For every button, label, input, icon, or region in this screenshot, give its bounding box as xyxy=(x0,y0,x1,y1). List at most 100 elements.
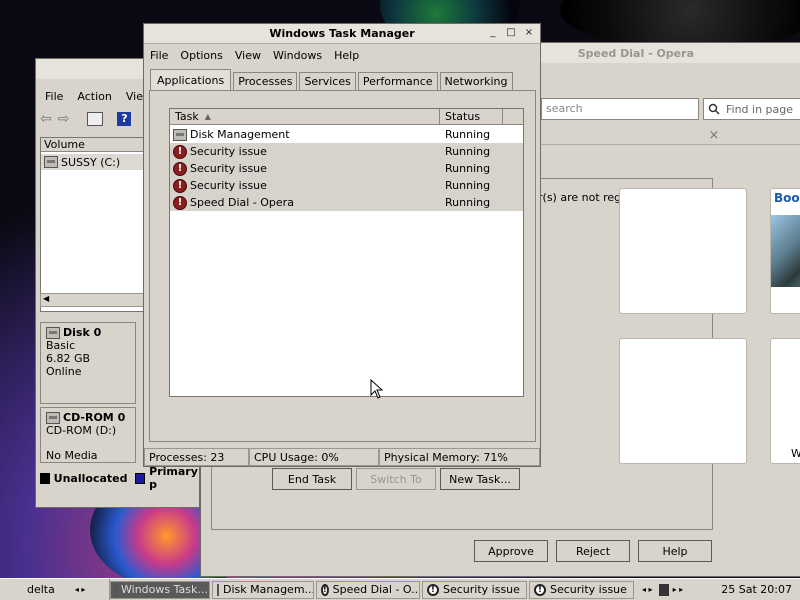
task-manager-icon xyxy=(115,583,117,596)
task-manager-statusbar: Processes: 23 CPU Usage: 0% Physical Mem… xyxy=(144,448,540,466)
disk-drive-icon xyxy=(44,156,58,168)
menu-help[interactable]: Help xyxy=(334,49,359,62)
table-row[interactable]: ! Speed Dial - Opera Running xyxy=(170,194,523,211)
tab-services[interactable]: Services xyxy=(299,72,356,90)
legend-unallocated: Unallocated xyxy=(53,471,128,485)
taskbar-item-label: Security issue xyxy=(443,583,520,596)
task-name: Disk Management xyxy=(190,128,290,141)
menu-windows[interactable]: Windows xyxy=(273,49,322,62)
speed-dial-tile-book[interactable]: Book xyxy=(770,188,800,314)
status-processes: Processes: 23 xyxy=(144,448,249,466)
taskbar-item-disk-management[interactable]: Disk Managem... xyxy=(212,580,314,599)
task-status: Running xyxy=(445,128,491,141)
workspace-switcher[interactable]: delta ◂ ▸ xyxy=(0,579,110,600)
properties-icon[interactable] xyxy=(87,112,104,126)
approve-button[interactable]: Approve xyxy=(474,540,548,562)
tray-app-icon[interactable] xyxy=(658,583,669,596)
taskbar-item-opera[interactable]: ! Speed Dial - O... xyxy=(316,580,420,599)
desktop-background: Speed Dial - Opera search Find in page ×… xyxy=(0,0,800,578)
disk-management-icon xyxy=(173,128,187,141)
disk-0-name: Disk 0 xyxy=(63,326,102,339)
task-name: Security issue xyxy=(190,145,267,158)
taskbar-item-label: Disk Managem... xyxy=(223,583,314,596)
taskbar-item-label: Security issue xyxy=(550,583,627,596)
reject-button[interactable]: Reject xyxy=(556,540,630,562)
warning-icon: ! xyxy=(534,583,546,596)
forward-arrow-icon[interactable]: ⇨ xyxy=(58,111,70,127)
menu-file[interactable]: File xyxy=(150,49,168,62)
disk-drive-icon xyxy=(46,326,60,339)
task-name: Speed Dial - Opera xyxy=(190,196,294,209)
task-status: Running xyxy=(445,196,491,209)
close-icon[interactable]: × xyxy=(522,27,536,41)
tray-arrows[interactable]: ▸ ▸ xyxy=(673,585,684,594)
maximize-icon[interactable]: □ xyxy=(504,27,518,41)
cdrom-0-drive: CD-ROM (D:) xyxy=(46,424,117,437)
taskbar-item-task-manager[interactable]: Windows Task... xyxy=(110,580,210,599)
taskbar-scroll-arrows[interactable]: ◂ ▸ xyxy=(636,585,659,594)
task-status: Running xyxy=(445,179,491,192)
table-row[interactable]: ! Security issue Running xyxy=(170,160,523,177)
cdrom-0-panel[interactable]: CD-ROM 0 CD-ROM (D:) No Media xyxy=(40,407,136,463)
menu-options[interactable]: Options xyxy=(180,49,222,62)
help-icon[interactable]: ? xyxy=(117,112,132,126)
help-button[interactable]: Help xyxy=(638,540,712,562)
taskbar-clock[interactable]: 25 Sat 20:07 xyxy=(721,583,800,596)
task-status: Running xyxy=(445,162,491,175)
warning-icon: ! xyxy=(427,583,439,596)
warning-icon: ! xyxy=(173,144,187,159)
volume-label: SUSSY (C:) xyxy=(61,155,121,169)
minimize-icon[interactable]: _ xyxy=(486,27,500,41)
disk-0-state: Online xyxy=(46,365,82,378)
mouse-cursor-icon xyxy=(370,379,384,399)
column-task[interactable]: Task ▲ xyxy=(170,109,440,124)
tab-networking[interactable]: Networking xyxy=(439,72,513,90)
sort-up-icon: ▲ xyxy=(204,112,211,121)
menu-file[interactable]: File xyxy=(45,90,63,103)
workspace-arrows[interactable]: ◂ ▸ xyxy=(75,585,86,594)
taskbar-item-label: Windows Task... xyxy=(121,583,208,596)
disk-0-panel[interactable]: Disk 0 Basic 6.82 GB Online xyxy=(40,322,136,404)
cdrom-icon xyxy=(46,411,60,424)
tab-processes[interactable]: Processes xyxy=(233,72,298,90)
legend-swatch-primary xyxy=(135,472,146,484)
search-input[interactable]: search xyxy=(541,98,699,120)
task-list: Task ▲ Status Disk Management Running ! S… xyxy=(169,108,524,397)
column-status[interactable]: Status xyxy=(440,109,503,124)
speed-dial-tile[interactable] xyxy=(619,338,747,464)
window-controls: _ □ × xyxy=(486,27,536,41)
end-task-button[interactable]: End Task xyxy=(272,468,352,490)
taskbar-item-security-issue[interactable]: ! Security issue xyxy=(422,580,527,599)
tile-label: W xyxy=(791,447,800,460)
task-list-header: Task ▲ Status xyxy=(170,109,523,125)
task-manager-window[interactable]: Windows Task Manager _ □ × File Options … xyxy=(143,23,541,490)
disk-0-type: Basic xyxy=(46,339,76,352)
book-tile-title: Book xyxy=(771,189,800,215)
speed-dial-tile[interactable]: W xyxy=(770,338,800,464)
legend-primary: Primary p xyxy=(149,465,198,491)
table-row[interactable]: ! Security issue Running xyxy=(170,177,523,194)
search-icon xyxy=(708,103,720,115)
taskbar-item-label: Speed Dial - O... xyxy=(332,583,420,596)
disk-0-size: 6.82 GB xyxy=(46,352,91,365)
speed-dial-tile[interactable] xyxy=(619,188,747,314)
taskbar-item-security-issue[interactable]: ! Security issue xyxy=(529,580,634,599)
find-in-page-input[interactable]: Find in page xyxy=(703,98,800,120)
switch-to-button[interactable]: Switch To xyxy=(356,468,436,490)
table-row[interactable]: Disk Management Running xyxy=(170,126,523,143)
opera-icon: ! xyxy=(173,195,187,210)
new-task-button[interactable]: New Task... xyxy=(440,468,520,490)
menu-view[interactable]: Vie xyxy=(126,90,143,103)
tab-performance[interactable]: Performance xyxy=(357,72,438,90)
warning-icon: ! xyxy=(173,178,187,193)
status-memory: Physical Memory: 71% xyxy=(379,448,540,466)
menu-action[interactable]: Action xyxy=(77,90,111,103)
column-task-label: Task xyxy=(175,110,199,123)
disk-management-menu: File Action Vie xyxy=(36,87,143,105)
back-arrow-icon[interactable]: ⇦ xyxy=(40,111,52,127)
table-row[interactable]: ! Security issue Running xyxy=(170,143,523,160)
tab-applications[interactable]: Applications xyxy=(150,69,232,90)
menu-view[interactable]: View xyxy=(235,49,261,62)
disk-management-toolbar: ⇦ ⇨ ? xyxy=(40,109,132,129)
close-icon[interactable]: × xyxy=(707,129,721,143)
